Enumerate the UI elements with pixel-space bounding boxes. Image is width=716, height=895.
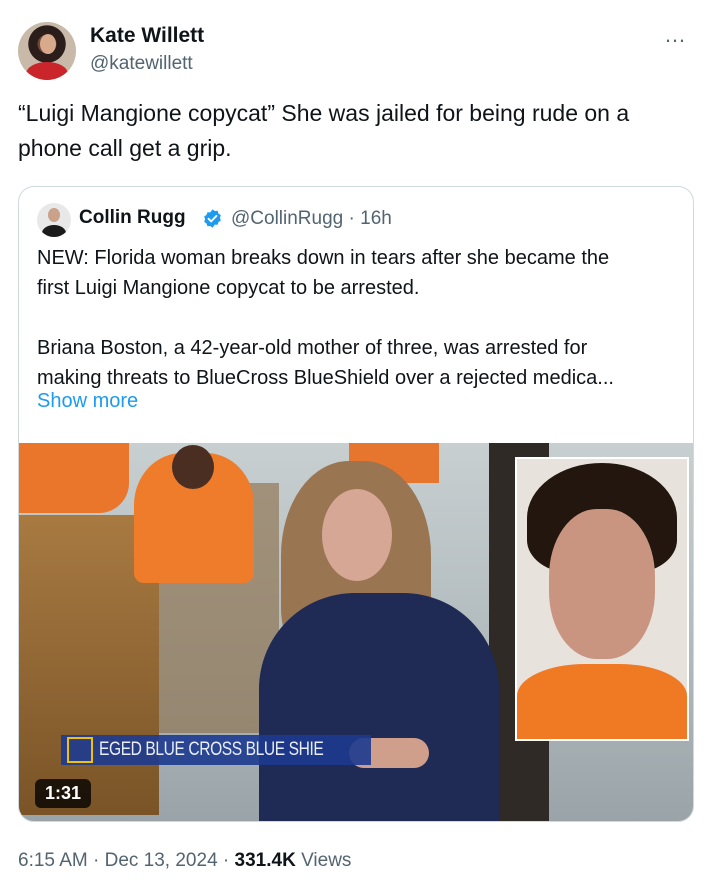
tweet-time[interactable]: 6:15 AM [18, 850, 88, 871]
avatar-face [48, 208, 60, 222]
mugshot-face [549, 509, 655, 659]
inmate-figure [19, 443, 129, 513]
defendant-body [259, 593, 499, 821]
avatar-shirt [26, 62, 68, 80]
quoted-author-avatar[interactable] [37, 203, 71, 237]
tweet-text: “Luigi Mangione copycat” She was jailed … [18, 96, 698, 166]
tweet-metadata: 6:15 AM · Dec 13, 2024 · 331.4K Views [18, 850, 351, 872]
quoted-author-handle[interactable]: @CollinRugg [231, 208, 343, 229]
quoted-text-line: Briana Boston, a 42-year-old mother of t… [37, 337, 588, 359]
defendant-face [322, 489, 392, 581]
inmate-figure [134, 445, 254, 583]
news-chyron-text: EGED BLUE CROSS BLUE SHIE [99, 739, 324, 760]
more-options-icon[interactable]: … [664, 22, 687, 48]
quoted-author-handle-time: @CollinRugg · 16h [231, 208, 392, 230]
separator: · [217, 850, 235, 871]
views-count[interactable]: 331.4K [235, 850, 296, 871]
quoted-time[interactable]: · 16h [349, 208, 392, 229]
tweet-text-line: phone call get a grip. [18, 135, 232, 161]
mugshot-inset [515, 457, 689, 741]
tweet-text-line: “Luigi Mangione copycat” She was jailed … [18, 100, 630, 126]
quoted-text-line: NEW: Florida woman breaks down in tears … [37, 247, 610, 269]
avatar-suit [42, 225, 66, 237]
quoted-text-line: first Luigi Mangione copycat to be arres… [37, 277, 420, 299]
separator: · [87, 850, 105, 871]
verified-badge-icon [204, 209, 221, 228]
quoted-text-line: making threats to BlueCross BlueShield o… [37, 367, 614, 389]
mugshot-shirt [517, 664, 687, 739]
author-name[interactable]: Kate Willett [90, 24, 204, 48]
views-label: Views [295, 850, 352, 871]
quoted-tweet-text: NEW: Florida woman breaks down in tears … [37, 243, 682, 393]
author-handle[interactable]: @katewillett [90, 53, 193, 75]
avatar-face [40, 34, 56, 54]
tweet-date[interactable]: Dec 13, 2024 [105, 850, 218, 871]
video-duration-badge: 1:31 [35, 779, 92, 808]
news-logo-icon [67, 737, 93, 763]
video-thumbnail[interactable]: EGED BLUE CROSS BLUE SHIE 1:31 [19, 443, 693, 821]
show-more-link[interactable]: Show more [37, 390, 138, 413]
quoted-tweet-card[interactable]: Collin Rugg @CollinRugg · 16h NEW: Flori… [18, 186, 694, 822]
quoted-author-name[interactable]: Collin Rugg [79, 207, 186, 229]
author-avatar[interactable] [18, 22, 76, 80]
